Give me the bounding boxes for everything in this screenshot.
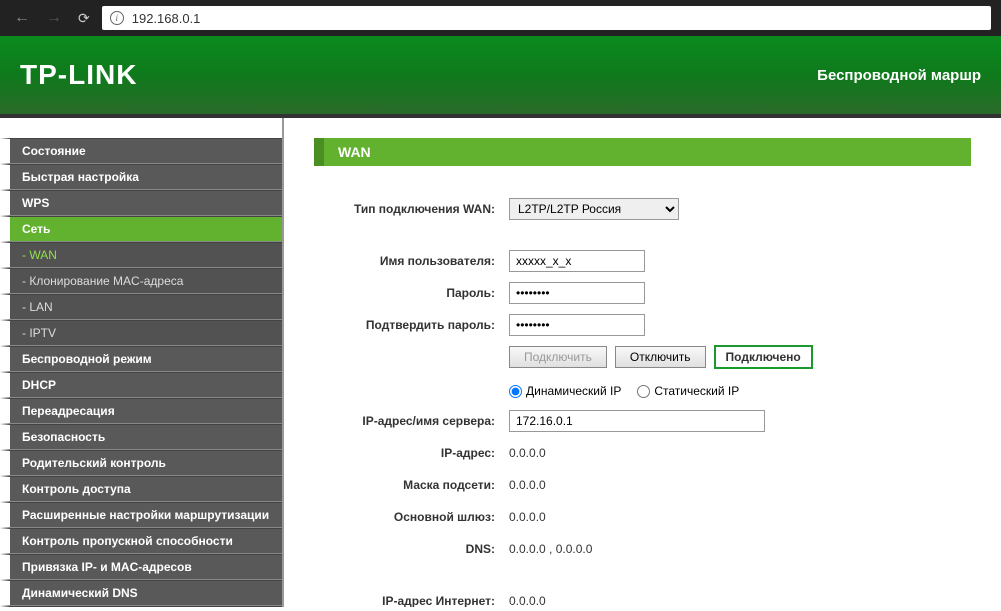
row-confirm-password: Подтвердить пароль: <box>314 312 971 338</box>
sidebar: Состояние Быстрая настройка WPS Сеть - W… <box>0 118 284 607</box>
browser-toolbar: ← → ⟳ i 192.168.0.1 <box>0 0 1001 36</box>
sidebar-item-quick-setup[interactable]: Быстрая настройка <box>0 164 282 190</box>
label-subnet: Маска подсети: <box>314 478 509 492</box>
value-gateway: 0.0.0.0 <box>509 510 546 524</box>
radio-dynamic-input[interactable] <box>509 385 522 398</box>
radio-static[interactable]: Статический IP <box>637 384 739 398</box>
status-connected: Подключено <box>714 345 813 369</box>
row-gateway: Основной шлюз: 0.0.0.0 <box>314 504 971 530</box>
row-dns: DNS: 0.0.0.0 , 0.0.0.0 <box>314 536 971 562</box>
content-panel: WAN Тип подключения WAN: L2TP/L2TP Росси… <box>284 118 1001 607</box>
forward-icon[interactable]: → <box>42 7 66 29</box>
main-container: Состояние Быстрая настройка WPS Сеть - W… <box>0 118 1001 607</box>
sidebar-item-forwarding[interactable]: Переадресация <box>0 398 282 424</box>
sidebar-item-wps[interactable]: WPS <box>0 190 282 216</box>
header-banner: TP-LINK Беспроводной маршр <box>0 36 1001 118</box>
sidebar-item-routing[interactable]: Расширенные настройки маршрутизации <box>0 502 282 528</box>
sidebar-item-network[interactable]: Сеть <box>0 216 282 242</box>
row-conn-type: Тип подключения WAN: L2TP/L2TP Россия <box>314 196 971 222</box>
radio-dynamic-label: Динамический IP <box>526 384 621 398</box>
sidebar-item-wireless[interactable]: Беспроводной режим <box>0 346 282 372</box>
section-header: WAN <box>314 138 971 166</box>
select-conn-type[interactable]: L2TP/L2TP Россия <box>509 198 679 220</box>
input-password[interactable] <box>509 282 645 304</box>
sidebar-item-wan[interactable]: - WAN <box>0 242 282 268</box>
row-buttons: Подключить Отключить Подключено <box>314 344 971 370</box>
value-internet-ip: 0.0.0.0 <box>509 594 546 607</box>
label-internet-ip: IP-адрес Интернет: <box>314 594 509 607</box>
label-dns: DNS: <box>314 542 509 556</box>
logo: TP-LINK <box>20 59 137 91</box>
row-subnet: Маска подсети: 0.0.0.0 <box>314 472 971 498</box>
input-username[interactable] <box>509 250 645 272</box>
value-subnet: 0.0.0.0 <box>509 478 546 492</box>
url-bar[interactable]: i 192.168.0.1 <box>102 6 991 30</box>
row-server-ip: IP-адрес/имя сервера: <box>314 408 971 434</box>
row-password: Пароль: <box>314 280 971 306</box>
label-confirm-password: Подтвердить пароль: <box>314 318 509 332</box>
row-username: Имя пользователя: <box>314 248 971 274</box>
url-text: 192.168.0.1 <box>132 11 201 26</box>
sidebar-item-status[interactable]: Состояние <box>0 138 282 164</box>
sidebar-item-system-tools[interactable]: Системные инструменты <box>0 606 282 607</box>
sidebar-item-ip-mac-binding[interactable]: Привязка IP- и MAC-адресов <box>0 554 282 580</box>
sidebar-item-parental[interactable]: Родительский контроль <box>0 450 282 476</box>
radio-static-label: Статический IP <box>654 384 739 398</box>
sidebar-item-access-control[interactable]: Контроль доступа <box>0 476 282 502</box>
product-name: Беспроводной маршр <box>817 67 981 84</box>
sidebar-item-mac-clone[interactable]: - Клонирование MAC-адреса <box>0 268 282 294</box>
info-icon[interactable]: i <box>110 11 124 25</box>
sidebar-item-security[interactable]: Безопасность <box>0 424 282 450</box>
sidebar-item-bandwidth[interactable]: Контроль пропускной способности <box>0 528 282 554</box>
radio-dynamic[interactable]: Динамический IP <box>509 384 621 398</box>
ip-mode-radio-group: Динамический IP Статический IP <box>509 384 971 398</box>
connect-button[interactable]: Подключить <box>509 346 607 368</box>
label-gateway: Основной шлюз: <box>314 510 509 524</box>
label-conn-type: Тип подключения WAN: <box>314 202 509 216</box>
back-icon[interactable]: ← <box>10 7 34 29</box>
row-internet-ip: IP-адрес Интернет: 0.0.0.0 <box>314 588 971 607</box>
label-ip-address: IP-адрес: <box>314 446 509 460</box>
reload-icon[interactable]: ⟳ <box>74 8 94 29</box>
label-username: Имя пользователя: <box>314 254 509 268</box>
input-server-ip[interactable] <box>509 410 765 432</box>
sidebar-item-iptv[interactable]: - IPTV <box>0 320 282 346</box>
input-confirm-password[interactable] <box>509 314 645 336</box>
disconnect-button[interactable]: Отключить <box>615 346 706 368</box>
value-ip-address: 0.0.0.0 <box>509 446 546 460</box>
value-dns: 0.0.0.0 , 0.0.0.0 <box>509 542 592 556</box>
label-server-ip: IP-адрес/имя сервера: <box>314 414 509 428</box>
sidebar-item-ddns[interactable]: Динамический DNS <box>0 580 282 606</box>
radio-static-input[interactable] <box>637 385 650 398</box>
sidebar-item-lan[interactable]: - LAN <box>0 294 282 320</box>
sidebar-item-dhcp[interactable]: DHCP <box>0 372 282 398</box>
label-password: Пароль: <box>314 286 509 300</box>
row-ip-address: IP-адрес: 0.0.0.0 <box>314 440 971 466</box>
